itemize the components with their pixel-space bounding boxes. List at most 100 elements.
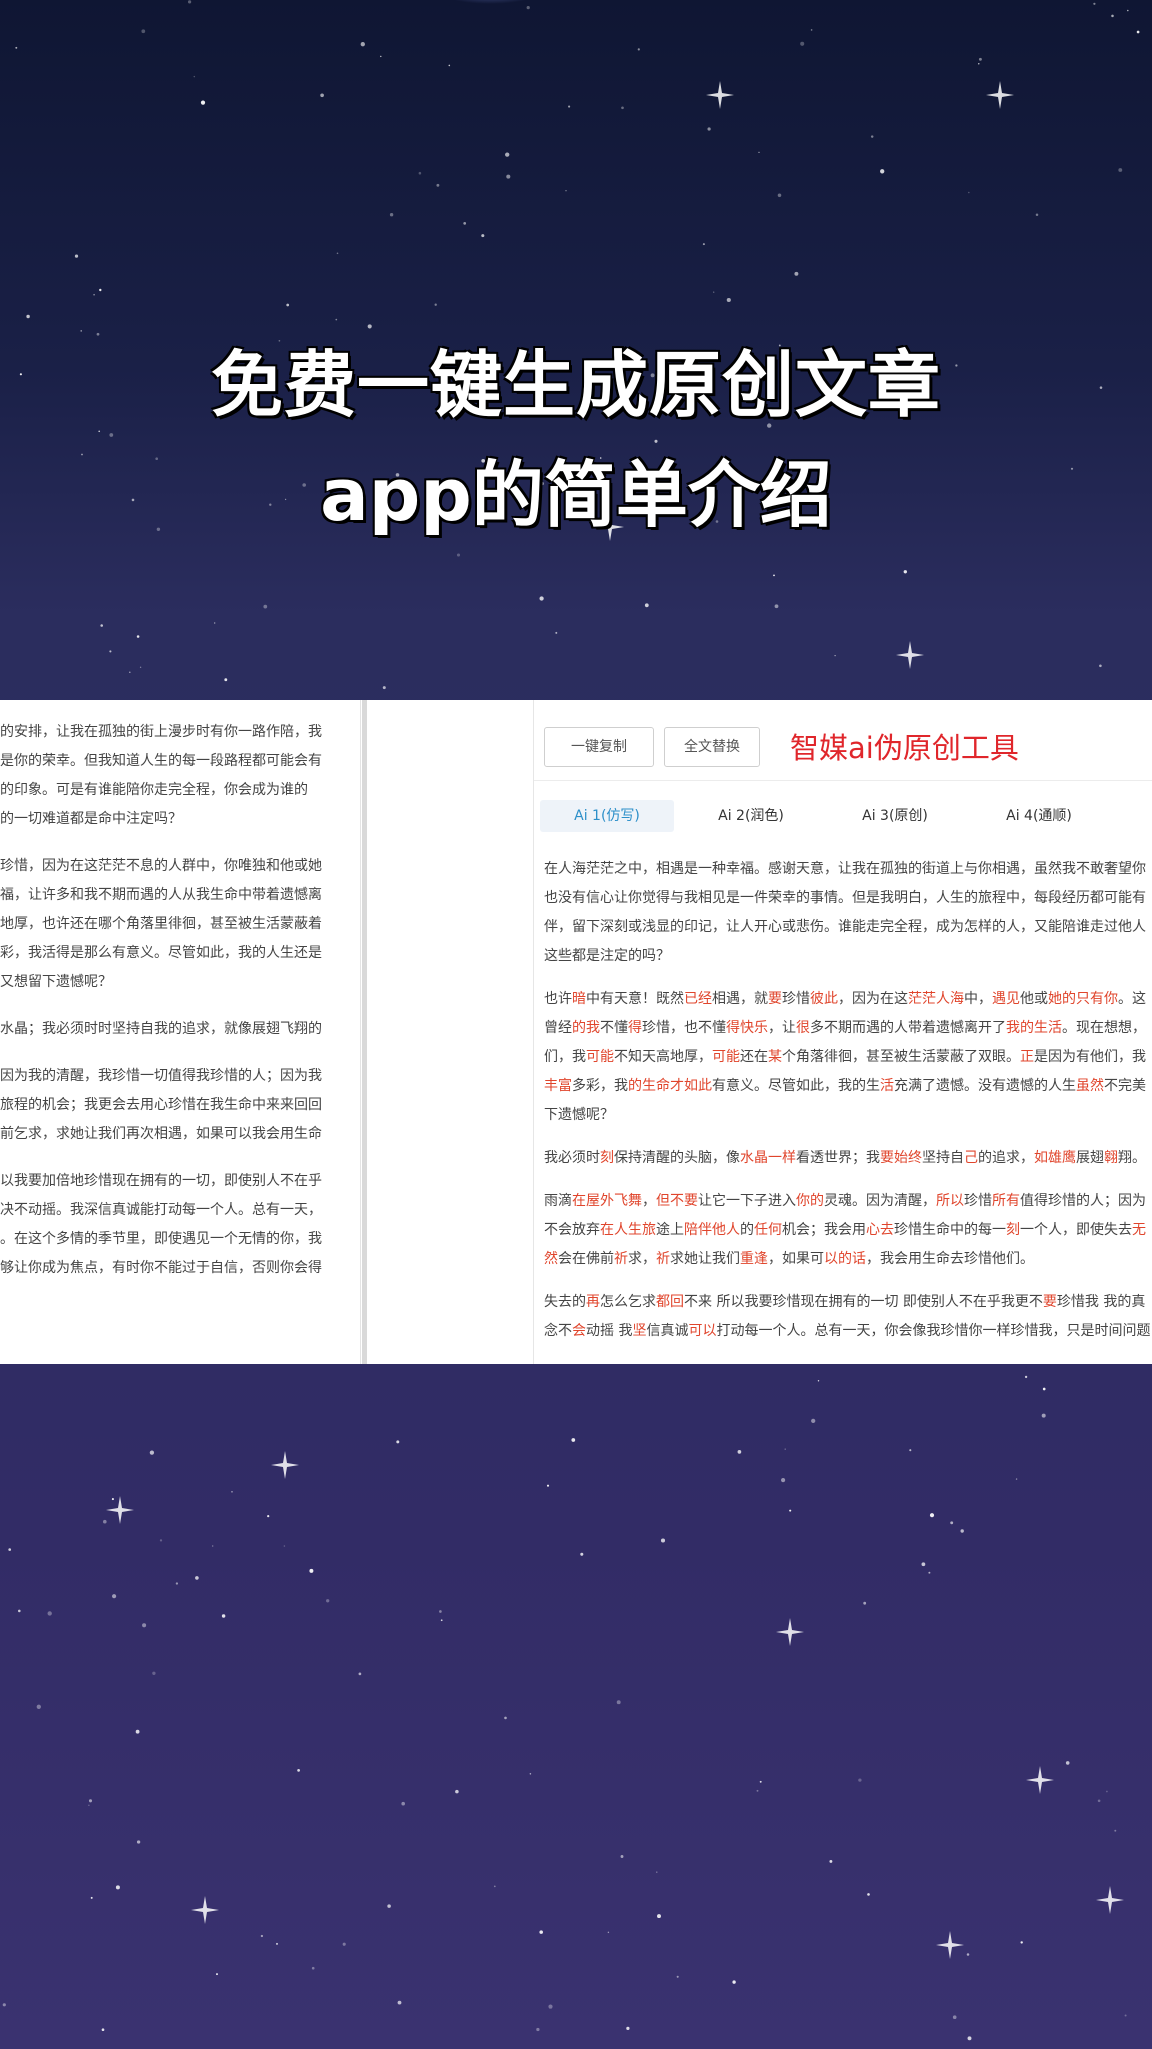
star [18,1609,21,1613]
text-line: 下遗憾呢？ [544,1101,1152,1130]
star [784,1448,786,1450]
star [626,2026,630,2031]
changed-word: 以的话 [824,1251,866,1267]
star [152,1671,156,1675]
text-line: 在人海茫茫之中，相遇是一种幸福。感谢天意，让我在孤独的街道上与你相遇，虽然我不敢… [544,855,1152,884]
star [436,183,440,187]
changed-word: 某 [768,1049,782,1065]
star [1015,1478,1018,1480]
text-segment: 。这 [1118,991,1146,1007]
replace-all-button[interactable]: 全文替换 [664,727,760,767]
left-paragraph: 以我要加倍地珍惜现在拥有的一切，即使别人不在乎 决不动摇。我深信真诚能打动每一个人… [0,1167,340,1283]
star [966,1953,970,1956]
text-segment: 有意义。尽管如此，我的生 [712,1078,880,1094]
star [903,570,907,574]
text-line: 雨滴在屋外飞舞，但不要让它一下子进入你的灵魂。因为清醒，所以珍惜所有值得珍惜的人… [544,1187,1152,1216]
text-segment: 雨滴 [544,1193,572,1209]
text-segment: ，因为在这 [838,991,908,1007]
star [335,318,338,321]
star [960,1529,964,1533]
text-segment: 也许 [544,991,572,1007]
text-line: 伴，留下深刻或浅显的印记，让人开心或悲伤。谁能走完全程，成为怎样的人，又能陪谁走… [544,913,1152,942]
copy-button[interactable]: 一键复制 [544,727,654,767]
star [1118,168,1123,172]
text-segment: 求， [628,1251,656,1267]
star [358,1672,362,1676]
text-segment: 我必须时 [544,1150,600,1166]
star [921,1562,926,1567]
star [616,1700,621,1705]
article-paragraph: 雨滴在屋外飞舞，但不要让它一下子进入你的灵魂。因为清醒，所以珍惜所有值得珍惜的人… [544,1187,1152,1274]
star [713,291,715,293]
changed-word: 遇见 [992,991,1020,1007]
star [657,1914,661,1919]
changed-word: 的生命才如此 [628,1078,712,1094]
star [978,63,980,65]
tab-ai-3[interactable]: Ai 3(原创) [828,800,962,832]
text-segment: ，如果可 [768,1251,824,1267]
rewritten-article: 在人海茫茫之中，相遇是一种幸福。感谢天意，让我在孤独的街道上与你相遇，虽然我不敢… [544,855,1152,1360]
star [455,1789,459,1794]
star [1136,30,1140,34]
star [396,1440,400,1444]
text-segment: ，让 [768,1020,796,1036]
changed-word: 在屋外飞舞 [572,1193,642,1209]
star [781,1478,786,1483]
article-paragraph: 在人海茫茫之中，相遇是一种幸福。感谢天意，让我在孤独的街道上与你相遇，虽然我不敢… [544,855,1152,971]
star [382,686,386,690]
text-segment: 的 [740,1222,754,1238]
changed-word: 得 [628,1020,642,1036]
sparkle-star [936,1931,964,1959]
changed-word: 暗 [572,991,586,1007]
star [967,191,970,194]
star [555,631,558,634]
changed-word: 翱 [1104,1150,1118,1166]
text-segment: 信真诚 [646,1323,689,1339]
star [263,604,268,609]
text-segment: 珍惜 [964,1193,992,1209]
tab-ai-4[interactable]: Ai 4(通顺) [972,800,1106,832]
tab-ai-2[interactable]: Ai 2(润色) [684,800,818,832]
text-segment: 一个人，即使失去 [1020,1222,1132,1238]
star [758,151,760,154]
tool-title: 智媒ai伪原创工具 [790,731,1019,765]
text-line: 不会放弃在人生旅途上陪伴他人的任何机会；我会用心去珍惜生命中的每一刻一个人，即使… [544,1216,1152,1245]
star [1099,664,1102,668]
text-segment: 相遇，就 [712,991,768,1007]
star [342,1942,346,1946]
sparkle-star [776,1618,804,1646]
star [389,213,394,217]
tab-ai-1[interactable]: Ai 1(仿写) [540,800,674,832]
left-paragraph: 的安排，让我在孤独的街上漫步时有你一路作陪，我 是你的荣幸。但我知道人生的每一段路… [0,718,340,834]
star [565,190,567,192]
text-segment: 不懂 [600,1020,628,1036]
text-segment: 中， [964,991,992,1007]
blank-gap [367,700,533,1364]
text-segment: 珍惜生命中的每一 [894,1222,1006,1238]
star [115,1885,120,1890]
star [380,55,382,58]
text-segment: 途上 [656,1222,684,1238]
star [756,1789,759,1792]
changed-word: 要始终 [880,1150,922,1166]
star [260,1934,264,1938]
star [309,1568,314,1573]
star [142,1623,147,1628]
text-segment: 不知天高地厚， [614,1049,712,1065]
star [418,171,422,175]
star [929,1513,935,1518]
changed-word: 已经 [684,991,712,1007]
text-segment: 灵魂。因为清醒， [824,1193,936,1209]
star [440,1619,443,1622]
changed-word: 很 [796,1020,810,1036]
changed-word: 正 [1020,1049,1034,1065]
star [863,1601,867,1605]
text-segment: 。现在想想， [1062,1020,1146,1036]
star [360,42,365,47]
star [15,46,18,49]
sparkle-star [1026,1766,1054,1794]
text-line: 也许暗中有天意！既然已经相遇，就要珍惜彼此，因为在这茫茫人海中，遇见他或她的只有… [544,985,1152,1014]
star [644,603,649,608]
text-segment: 动摇 我 [586,1323,633,1339]
star [506,174,511,179]
